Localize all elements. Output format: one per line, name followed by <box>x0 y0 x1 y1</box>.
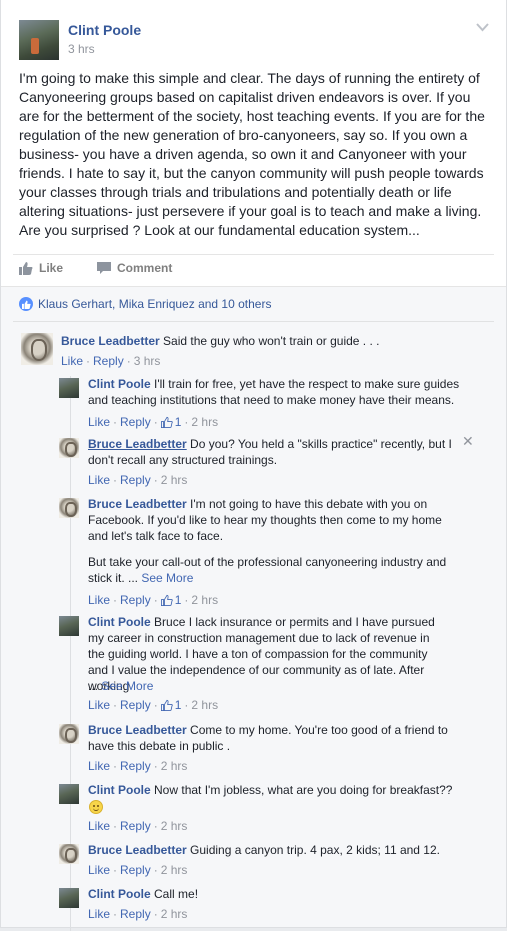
like-reaction-icon <box>19 297 33 311</box>
thumbs-up-icon <box>19 261 33 275</box>
reply: Clint Poole Bruce I lack insurance or pe… <box>59 614 479 714</box>
comment-reply-link[interactable]: Reply <box>93 353 124 369</box>
comment-like-count[interactable]: 1 <box>160 697 181 713</box>
comment-text: Call me! <box>154 887 199 901</box>
comment-reply-link[interactable]: Reply <box>120 472 151 488</box>
divider <box>13 321 494 322</box>
reply: Bruce Leadbetter Come to my home. You're… <box>59 722 479 778</box>
post-timestamp[interactable]: 3 hrs <box>68 42 95 56</box>
comment-like-link[interactable]: Like <box>88 472 110 488</box>
comment-text: Now that I'm jobless, what are you doing… <box>154 783 453 797</box>
commenter-name[interactable]: Clint Poole <box>88 783 151 797</box>
comment-time[interactable]: 2 hrs <box>191 414 218 430</box>
divider <box>13 254 494 255</box>
comment-time[interactable]: 2 hrs <box>191 592 218 608</box>
close-icon[interactable]: ✕ <box>462 433 474 449</box>
post-body-text: I'm going to make this simple and clear.… <box>19 70 485 238</box>
comment-like-link[interactable]: Like <box>88 818 110 834</box>
comment-like-count[interactable]: 1 <box>160 592 181 608</box>
like-button[interactable]: Like <box>19 261 63 275</box>
comment-time[interactable]: 3 hrs <box>134 353 161 369</box>
comment-reply-link[interactable]: Reply <box>120 414 151 430</box>
chevron-down-icon[interactable] <box>476 20 489 35</box>
comment-reply-link[interactable]: Reply <box>120 818 151 834</box>
commenter-avatar[interactable] <box>59 438 79 458</box>
commenter-avatar[interactable] <box>59 498 79 518</box>
post-author[interactable]: Clint Poole <box>68 22 141 38</box>
comment-meta: Like · Reply · 2 hrs <box>88 862 188 878</box>
comment-like-link[interactable]: Like <box>88 862 110 878</box>
commenter-name[interactable]: Bruce Leadbetter <box>88 843 187 857</box>
reply: Clint Poole Call me! Like · Reply · 2 hr… <box>59 886 479 926</box>
comment-meta: Like · Reply · 3 hrs <box>61 353 161 369</box>
commenter-name[interactable]: Clint Poole <box>88 887 151 901</box>
smiley-emoji-icon <box>89 800 103 814</box>
commenter-name[interactable]: Clint Poole <box>88 377 151 391</box>
comment-reply-link[interactable]: Reply <box>120 697 151 713</box>
reply-thread: Clint Poole I'll train for free, yet hav… <box>1 373 506 931</box>
reply: Clint Poole I'll train for free, yet hav… <box>59 376 479 432</box>
likes-summary[interactable]: Klaus Gerhart, Mika Enriquez and 10 othe… <box>19 297 271 311</box>
see-more-link[interactable]: See More <box>141 571 193 585</box>
comment-meta: Like · Reply · 2 hrs <box>88 906 188 922</box>
comment-like-link[interactable]: Like <box>61 353 83 369</box>
thumbs-up-icon <box>160 416 173 428</box>
post-card: Clint Poole 3 hrs I'm going to make this… <box>0 0 507 931</box>
likes-summary-text: Klaus Gerhart, Mika Enriquez and 10 othe… <box>38 297 272 311</box>
reply: Bruce Leadbetter Do you? You held a "ski… <box>59 433 479 492</box>
comment-like-link[interactable]: Like <box>88 414 110 430</box>
reply: Clint Poole Now that I'm jobless, what a… <box>59 782 479 838</box>
comment-like-count[interactable]: 1 <box>160 414 181 430</box>
commenter-avatar[interactable] <box>59 616 79 636</box>
comment-time[interactable]: 2 hrs <box>161 818 188 834</box>
commenter-name[interactable]: Bruce Leadbetter <box>88 437 187 451</box>
comment-text: ... <box>88 679 99 693</box>
post-header: Clint Poole 3 hrs <box>19 20 489 64</box>
commenter-name[interactable]: Bruce Leadbetter <box>88 723 187 737</box>
commenter-avatar[interactable] <box>21 333 53 365</box>
thumbs-up-icon <box>160 594 173 606</box>
comment-time[interactable]: 2 hrs <box>161 472 188 488</box>
commenter-avatar[interactable] <box>59 888 79 908</box>
commenter-name[interactable]: Clint Poole <box>88 615 151 629</box>
comment-meta: Like · Reply · 2 hrs <box>88 818 188 834</box>
feedback-section: Klaus Gerhart, Mika Enriquez and 10 othe… <box>1 286 506 931</box>
comment-time[interactable]: 2 hrs <box>191 697 218 713</box>
commenter-avatar[interactable] <box>59 784 79 804</box>
commenter-avatar[interactable] <box>59 724 79 744</box>
commenter-avatar[interactable] <box>59 844 79 864</box>
commenter-avatar[interactable] <box>59 378 79 398</box>
author-avatar[interactable] <box>19 20 59 60</box>
commenter-name[interactable]: Bruce Leadbetter <box>88 497 187 511</box>
commenter-name[interactable]: Bruce Leadbetter <box>61 334 160 348</box>
comment-reply-link[interactable]: Reply <box>120 862 151 878</box>
comment-meta: Like · Reply · 2 hrs <box>88 758 188 774</box>
comment-time[interactable]: 2 hrs <box>161 758 188 774</box>
comment-time[interactable]: 2 hrs <box>161 906 188 922</box>
comment-meta: Like · Reply · 1 · 2 hrs <box>88 592 219 608</box>
comment-time[interactable]: 2 hrs <box>161 862 188 878</box>
comment-reply-link[interactable]: Reply <box>120 758 151 774</box>
comment: Bruce Leadbetter Said the guy who won't … <box>21 333 491 373</box>
comment-reply-link[interactable]: Reply <box>120 906 151 922</box>
comment-button[interactable]: Comment <box>97 261 172 275</box>
comment-meta: Like · Reply · 1 · 2 hrs <box>88 697 219 713</box>
comment-button-label: Comment <box>117 261 173 275</box>
like-button-label: Like <box>39 261 64 275</box>
reply: Bruce Leadbetter Guiding a canyon trip. … <box>59 842 479 882</box>
comment-text: Guiding a canyon trip. 4 pax, 2 kids; 11… <box>190 843 440 857</box>
speech-bubble-icon <box>97 261 111 275</box>
comment-meta: Like · Reply · 2 hrs <box>88 472 188 488</box>
reply: Bruce Leadbetter I'm not going to have t… <box>59 496 479 607</box>
see-more-link[interactable]: See More <box>101 679 153 693</box>
comment-meta: Like · Reply · 1 · 2 hrs <box>88 414 219 430</box>
comment-text: Said the guy who won't train or guide . … <box>163 334 380 348</box>
comment-reply-link[interactable]: Reply <box>120 592 151 608</box>
comment-like-link[interactable]: Like <box>88 906 110 922</box>
comment-like-link[interactable]: Like <box>88 592 110 608</box>
comment-like-link[interactable]: Like <box>88 697 110 713</box>
thumbs-up-icon <box>160 699 173 711</box>
comment-like-link[interactable]: Like <box>88 758 110 774</box>
